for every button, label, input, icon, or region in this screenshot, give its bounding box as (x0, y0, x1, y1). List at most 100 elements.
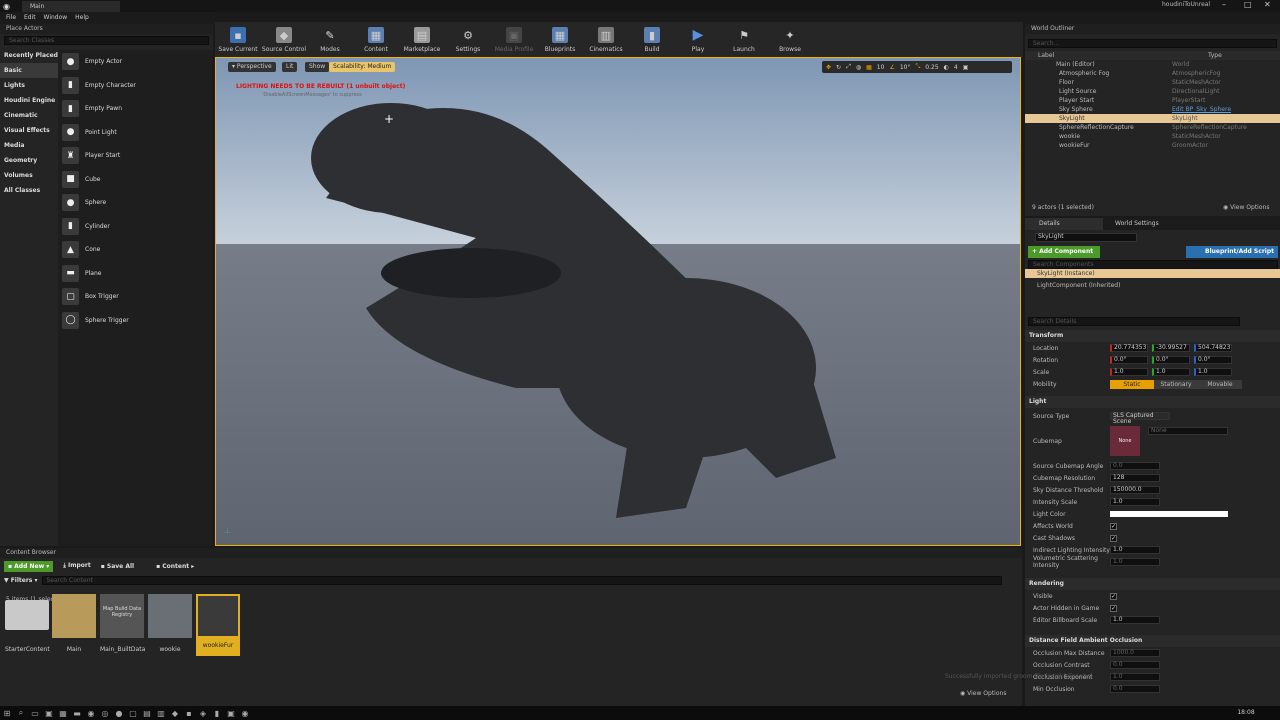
hidden-in-game-checkbox[interactable]: ✓ (1110, 604, 1117, 612)
filters-button[interactable]: ▼ Filters ▾ (4, 577, 38, 584)
play-button[interactable]: ▶ Play (675, 22, 721, 57)
section-dfao[interactable]: Distance Field Ambient Occlusion (1025, 635, 1280, 647)
app-icon[interactable]: ▦ (56, 709, 70, 718)
scale-z[interactable]: 1.0 (1194, 368, 1232, 376)
app-icon[interactable]: ▪ (182, 709, 196, 718)
search-icon[interactable]: ⌕ (14, 708, 28, 718)
outliner-row[interactable]: Floor StaticMeshActor (1025, 78, 1280, 87)
outliner-row[interactable]: Atmospheric Fog AtmosphericFog (1025, 69, 1280, 78)
prop-value[interactable]: 150000.0 (1110, 486, 1160, 494)
section-light[interactable]: Light (1025, 396, 1280, 408)
scale-snap-value[interactable]: 0.25 (925, 64, 938, 71)
menu-edit[interactable]: Edit (24, 14, 36, 21)
asset-wookie[interactable]: wookie (148, 594, 192, 653)
unreal-taskbar-icon[interactable]: ◉ (238, 709, 252, 718)
add-component-button[interactable]: + Add Component (1028, 246, 1100, 258)
minimize-icon[interactable]: – (1222, 0, 1226, 9)
blueprints-button[interactable]: ▦ Blueprints (537, 22, 583, 57)
category-volumes[interactable]: Volumes (0, 168, 58, 183)
tab-world-settings[interactable]: World Settings (1103, 218, 1159, 230)
category-cinematic[interactable]: Cinematic (0, 108, 58, 123)
prop-value[interactable]: 1.0 (1110, 546, 1160, 554)
asset-main-builtdata[interactable]: Map Build Data Registry Main_BuiltData (100, 594, 145, 653)
perspective-button[interactable]: ▾ Perspective (228, 62, 276, 72)
component-inherited-row[interactable]: LightComponent (Inherited) (1025, 280, 1280, 291)
maximize-viewport-icon[interactable]: ▣ (963, 64, 969, 71)
app-icon[interactable]: ▮ (210, 709, 224, 718)
outliner-row[interactable]: Player Start PlayerStart (1025, 96, 1280, 105)
task-view-icon[interactable]: ▭ (28, 709, 42, 718)
outliner-row[interactable]: SphereReflectionCapture SphereReflectionC… (1025, 123, 1280, 132)
column-label[interactable]: Label (1025, 51, 1208, 60)
category-visual-effects[interactable]: Visual Effects (0, 123, 58, 138)
cubemap-thumbnail[interactable]: None (1110, 426, 1140, 456)
location-y[interactable]: -30.99527 (1152, 344, 1190, 352)
tab-details[interactable]: Details (1025, 218, 1103, 230)
save-current-button[interactable]: ▪ Save Current (215, 22, 261, 57)
prop-value[interactable]: 1.0 (1110, 498, 1160, 506)
import-button[interactable]: ⤓ Import (63, 562, 90, 570)
grid-snap-icon[interactable]: ▦ (866, 64, 872, 71)
breadcrumb[interactable]: ▪ Content ▸ (156, 563, 194, 570)
windows-start-icon[interactable]: ⊞ (0, 709, 14, 718)
add-new-button[interactable]: ▪ Add New ▾ (4, 560, 54, 572)
category-houdini-engine[interactable]: Houdini Engine (0, 93, 58, 108)
scalability-button[interactable]: Scalability: Medium (329, 62, 396, 72)
translate-icon[interactable]: ✥ (826, 64, 831, 71)
location-z[interactable]: 504.74823 (1194, 344, 1232, 352)
outliner-row[interactable]: Light Source DirectionalLight (1025, 87, 1280, 96)
rotation-x[interactable]: 0.0° (1110, 356, 1148, 364)
blueprint-add-script-button[interactable]: Blueprint/Add Script (1186, 246, 1278, 258)
actor-cylinder[interactable]: ▮ Cylinder (58, 215, 213, 239)
cubemap-select[interactable]: None (1148, 427, 1228, 435)
grid-snap-value[interactable]: 10 (877, 64, 885, 71)
save-all-button[interactable]: ▪ Save All (101, 563, 134, 570)
outliner-row[interactable]: Sky Sphere Edit BP_Sky_Sphere (1025, 105, 1280, 114)
app-icon[interactable]: ◈ (196, 709, 210, 718)
menu-file[interactable]: File (6, 14, 16, 21)
tab-main[interactable]: Main (22, 1, 120, 12)
prop-value[interactable]: 1.0 (1110, 616, 1160, 624)
actor-sphere[interactable]: ● Sphere (58, 191, 213, 215)
app-icon[interactable]: ◎ (98, 709, 112, 718)
show-button[interactable]: Show (305, 62, 330, 72)
content-view-options[interactable]: ◉ View Options (960, 690, 1006, 697)
app-icon[interactable]: ◆ (168, 709, 182, 718)
actor-point-light[interactable]: ● Point Light (58, 121, 213, 145)
visible-checkbox[interactable]: ✓ (1110, 592, 1117, 600)
menu-help[interactable]: Help (75, 14, 89, 21)
component-instance-row[interactable]: SkyLight (Instance) (1025, 269, 1280, 278)
light-color-swatch[interactable] (1110, 511, 1228, 517)
asset-starter-content[interactable]: StarterContent (5, 594, 50, 653)
row-type-link[interactable]: Edit BP_Sky_Sphere (1172, 105, 1231, 114)
rotation-snap-value[interactable]: 10° (900, 64, 911, 71)
section-rendering[interactable]: Rendering (1025, 578, 1280, 590)
outliner-row[interactable]: wookie StaticMeshActor (1025, 132, 1280, 141)
outliner-row[interactable]: wookieFur GroomActor (1025, 141, 1280, 150)
prop-value[interactable]: 1.0 (1110, 558, 1160, 566)
category-media[interactable]: Media (0, 138, 58, 153)
asset-main[interactable]: Main (52, 594, 96, 653)
actor-cone[interactable]: ▲ Cone (58, 238, 213, 262)
asset-wookiefur-selected[interactable]: wookieFur (196, 594, 240, 656)
mobility-static[interactable]: Static (1110, 379, 1154, 389)
category-geometry[interactable]: Geometry (0, 153, 58, 168)
content-button[interactable]: ▦ Content (353, 22, 399, 57)
search-components-input[interactable]: Search Components (1028, 260, 1278, 269)
marketplace-button[interactable]: ▤ Marketplace (399, 22, 445, 57)
viewport[interactable]: ▾ Perspective Lit Show Scalability: Medi… (215, 57, 1021, 546)
actor-empty-actor[interactable]: ● Empty Actor (58, 50, 213, 74)
actor-empty-pawn[interactable]: ▮ Empty Pawn (58, 97, 213, 121)
category-recently-placed[interactable]: Recently Placed (0, 48, 58, 63)
search-classes-input[interactable]: Search Classes (4, 36, 209, 45)
settings-button[interactable]: ⚙ Settings (445, 22, 491, 57)
world-icon[interactable]: ◍ (856, 64, 861, 71)
prop-value[interactable]: 128 (1110, 474, 1160, 482)
prop-value[interactable]: 0.0 (1110, 462, 1160, 470)
scale-x[interactable]: 1.0 (1110, 368, 1148, 376)
outliner-view-options[interactable]: ◉ View Options (1223, 204, 1269, 211)
search-content-input[interactable]: Search Content (41, 575, 1002, 585)
mobility-movable[interactable]: Movable (1198, 379, 1242, 389)
prop-value[interactable]: 1000.0 (1110, 649, 1160, 657)
build-button[interactable]: ▮ Build (629, 22, 675, 57)
